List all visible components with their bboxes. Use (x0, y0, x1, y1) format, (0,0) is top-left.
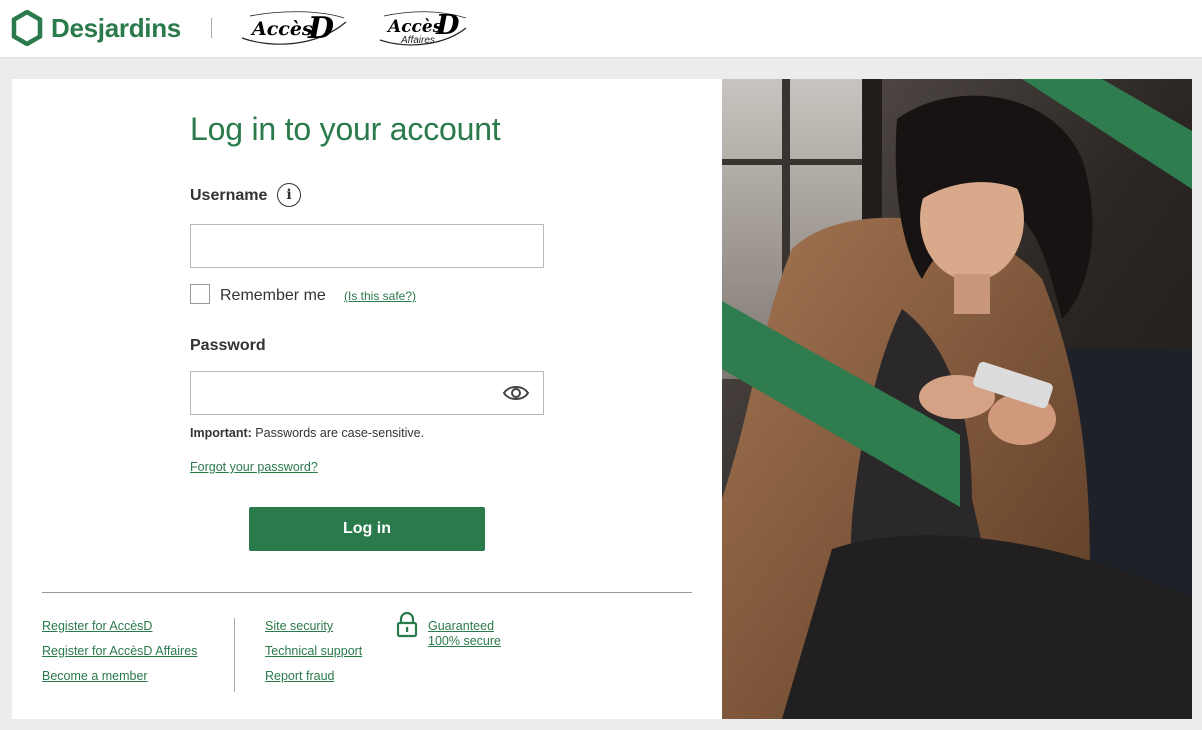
accesd-logo[interactable]: Accès D (240, 8, 350, 53)
username-input[interactable] (190, 224, 544, 268)
remember-me-label[interactable]: Remember me (220, 287, 326, 305)
register-accesd-affaires-link[interactable]: Register for AccèsD Affaires (42, 644, 197, 658)
accesd-affaires-text: Accès (386, 17, 443, 37)
brand-name: Desjardins (51, 12, 181, 43)
lock-icon (396, 612, 418, 638)
info-icon[interactable]: i (277, 183, 301, 207)
top-bar: Desjardins Accès D Accès D Affaires (0, 0, 1202, 58)
password-hint: Important: Passwords are case-sensitive. (190, 426, 424, 440)
register-accesd-link[interactable]: Register for AccèsD (42, 619, 152, 633)
affaires-subtext: Affaires (400, 35, 435, 46)
become-member-link[interactable]: Become a member (42, 669, 148, 683)
footer-divider (42, 592, 692, 593)
accesd-text: Accès (250, 18, 313, 40)
footer-column-divider (234, 618, 235, 692)
accesd-affaires-d: D (435, 10, 460, 41)
is-this-safe-link[interactable]: (Is this safe?) (344, 289, 416, 303)
important-text: Passwords are case-sensitive. (251, 426, 425, 440)
report-fraud-link[interactable]: Report fraud (265, 669, 334, 683)
woman-with-phone-image (722, 79, 1192, 719)
password-input[interactable] (190, 371, 544, 415)
login-button[interactable]: Log in (249, 507, 485, 551)
forgot-password-link[interactable]: Forgot your password? (190, 460, 318, 474)
desjardins-logo[interactable]: Desjardins (11, 10, 181, 46)
important-label: Important: (190, 426, 252, 440)
login-card: Log in to your account Username i Rememb… (12, 79, 722, 719)
remember-me-checkbox[interactable] (190, 284, 210, 304)
accesd-d: D (307, 11, 334, 46)
hexagon-logo-icon (11, 10, 43, 46)
site-security-link[interactable]: Site security (265, 619, 333, 633)
accesd-affaires-logo[interactable]: Accès D Affaires (376, 8, 471, 53)
guaranteed-secure-link-line2[interactable]: 100% secure (428, 634, 501, 648)
username-label: Username (190, 187, 268, 204)
header-divider (211, 18, 212, 38)
password-label: Password (190, 337, 266, 354)
hero-photo (722, 79, 1192, 719)
page-title: Log in to your account (190, 111, 501, 147)
technical-support-link[interactable]: Technical support (265, 644, 362, 658)
show-password-eye-icon[interactable] (502, 381, 530, 405)
guaranteed-secure-link[interactable]: Guaranteed (428, 619, 494, 633)
